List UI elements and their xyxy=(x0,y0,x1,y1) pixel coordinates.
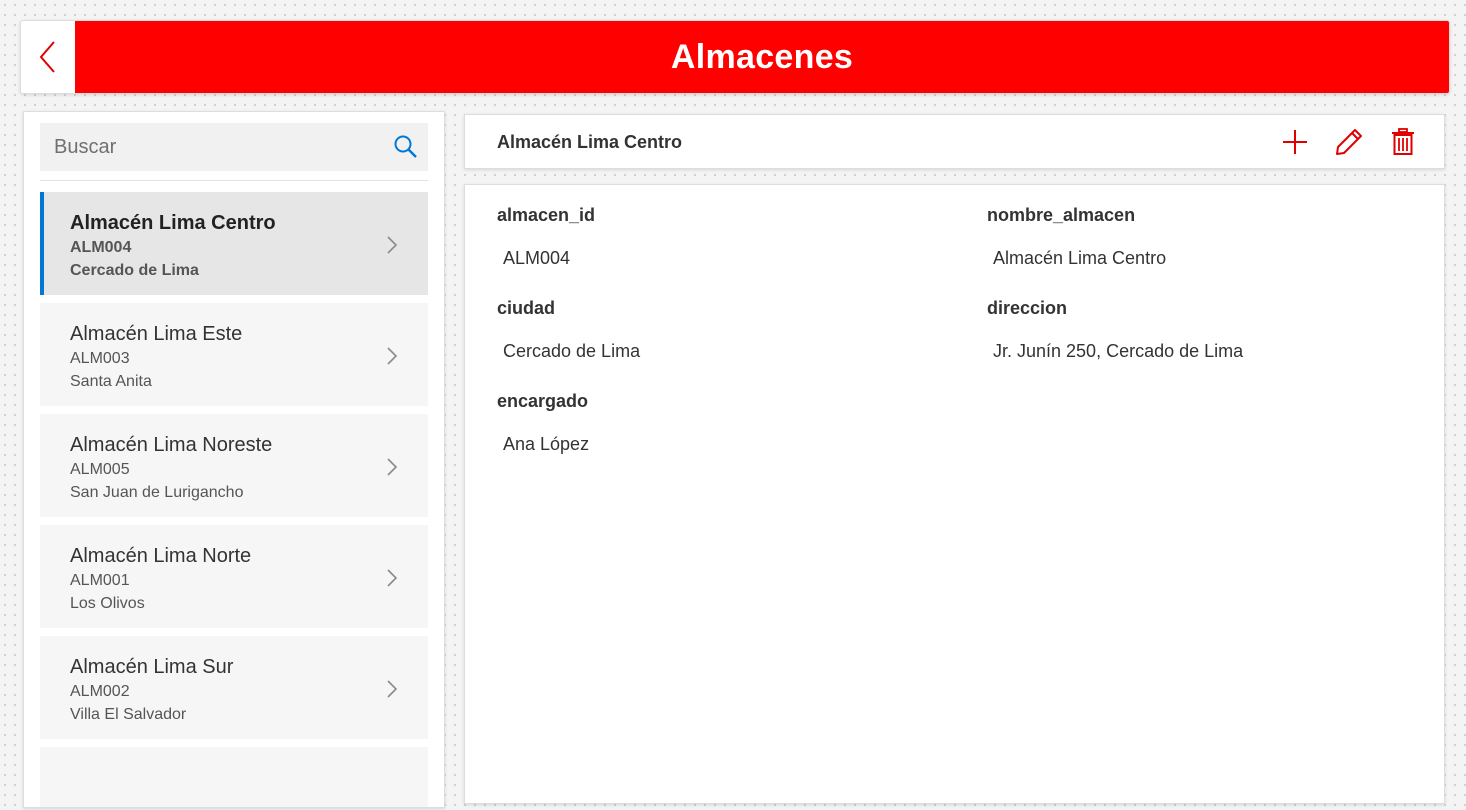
delete-button[interactable] xyxy=(1376,125,1430,159)
chevron-right-icon xyxy=(387,236,398,254)
item-city: Villa El Salvador xyxy=(70,706,187,723)
back-button[interactable] xyxy=(21,21,75,93)
warehouse-list-panel: Almacén Lima Centro ALM004 Cercado de Li… xyxy=(23,111,445,808)
chevron-right-icon xyxy=(387,680,398,698)
detail-actions xyxy=(1268,125,1430,159)
list-item[interactable]: Almacén Lima Noreste ALM005 San Juan de … xyxy=(40,414,428,517)
field-ciudad: ciudad Cercado de Lima xyxy=(497,296,640,363)
add-button[interactable] xyxy=(1268,125,1322,159)
field-label: almacen_id xyxy=(497,205,596,225)
field-value: Cercado de Lima xyxy=(503,341,641,361)
chevron-right-icon xyxy=(387,569,398,587)
field-almacen-id: almacen_id ALM004 xyxy=(497,203,595,270)
item-code: ALM004 xyxy=(70,239,132,256)
field-value: Jr. Junín 250, Cercado de Lima xyxy=(993,341,1244,361)
search-box xyxy=(40,123,428,171)
item-code: ALM005 xyxy=(70,461,130,478)
detail-header: Almacén Lima Centro xyxy=(464,114,1445,169)
list-item[interactable]: Almacén Lima Sur ALM002 Villa El Salvado… xyxy=(40,636,428,739)
item-name: Almacén Lima Norte xyxy=(70,545,252,567)
field-direccion: direccion Jr. Junín 250, Cercado de Lima xyxy=(987,296,1243,363)
chevron-right-icon xyxy=(387,347,398,365)
chevron-left-icon xyxy=(39,41,55,73)
list-item[interactable]: Almacén Lima Centro ALM004 Cercado de Li… xyxy=(40,192,428,295)
warehouse-list: Almacén Lima Centro ALM004 Cercado de Li… xyxy=(40,192,428,807)
trash-icon xyxy=(1392,128,1414,155)
divider xyxy=(40,180,428,181)
item-code: ALM002 xyxy=(70,683,130,700)
edit-button[interactable] xyxy=(1322,125,1376,159)
field-label: ciudad xyxy=(497,298,556,318)
search-icon xyxy=(394,135,417,158)
item-code: ALM001 xyxy=(70,572,130,589)
item-name: Almacén Lima Noreste xyxy=(70,434,273,456)
page-title: Almacenes xyxy=(670,37,854,76)
list-item-empty xyxy=(40,747,428,807)
item-city: San Juan de Lurigancho xyxy=(70,484,244,501)
chevron-right-icon xyxy=(387,458,398,476)
field-nombre-almacen: nombre_almacen Almacén Lima Centro xyxy=(987,203,1166,270)
pencil-icon xyxy=(1336,129,1362,155)
item-city: Cercado de Lima xyxy=(70,262,199,279)
plus-icon xyxy=(1283,130,1307,154)
search-input[interactable] xyxy=(40,135,384,159)
app-header: Almacenes xyxy=(20,20,1450,94)
item-name: Almacén Lima Centro xyxy=(70,212,276,234)
item-name: Almacén Lima Este xyxy=(70,323,243,345)
item-name: Almacén Lima Sur xyxy=(70,656,234,678)
field-encargado: encargado Ana López xyxy=(497,389,589,456)
item-code: ALM003 xyxy=(70,350,130,367)
detail-form: almacen_id ALM004 nombre_almacen Almacén… xyxy=(464,184,1445,804)
list-item[interactable]: Almacén Lima Este ALM003 Santa Anita xyxy=(40,303,428,406)
list-item[interactable]: Almacén Lima Norte ALM001 Los Olivos xyxy=(40,525,428,628)
field-value: ALM004 xyxy=(503,248,571,268)
field-label: direccion xyxy=(987,298,1068,318)
field-label: nombre_almacen xyxy=(987,205,1136,225)
detail-title: Almacén Lima Centro xyxy=(497,132,683,152)
title-bar: Almacenes xyxy=(75,21,1449,93)
field-label: encargado xyxy=(497,391,589,411)
search-button[interactable] xyxy=(384,123,428,171)
field-value: Ana López xyxy=(503,434,590,454)
field-value: Almacén Lima Centro xyxy=(993,248,1167,268)
item-city: Los Olivos xyxy=(70,595,145,612)
item-city: Santa Anita xyxy=(70,373,152,390)
